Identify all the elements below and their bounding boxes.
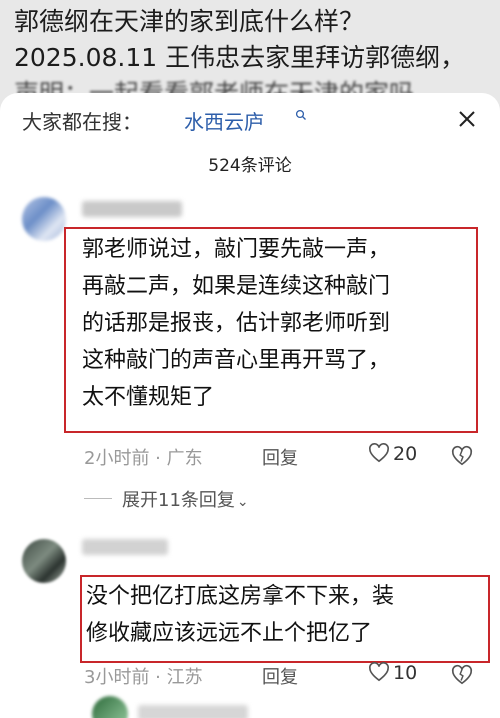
comments-sheet: 大家都在搜： 水西云庐 524条评论 郭老师说过，敲门要先敲一声， 再敲二声，如… bbox=[0, 93, 500, 718]
avatar[interactable] bbox=[92, 696, 128, 718]
comment-line: 再敲二声，如果是连续这种敲门 bbox=[82, 274, 391, 299]
username-blurred[interactable] bbox=[82, 201, 182, 217]
trending-search-label: 大家都在搜： bbox=[22, 110, 142, 134]
trending-search-bar[interactable]: 大家都在搜： 水西云庐 bbox=[0, 93, 500, 145]
comment-count: 524条评论 bbox=[208, 156, 292, 176]
expand-replies-button[interactable]: 展开11条回复 ⌄ bbox=[122, 486, 249, 512]
heart-icon bbox=[369, 662, 389, 682]
like-count: 20 bbox=[393, 443, 418, 465]
search-icon bbox=[295, 109, 306, 120]
reply-button[interactable]: 回复 bbox=[262, 444, 298, 470]
article-subtitle: 2025.08.11 王伟忠去家里拜访郭德纲， bbox=[14, 43, 466, 72]
avatar[interactable] bbox=[22, 197, 66, 241]
username-blurred[interactable] bbox=[82, 539, 168, 555]
comment-line: 的话那是报丧，估计郭老师听到 bbox=[82, 311, 391, 336]
heart-icon bbox=[369, 443, 389, 463]
comment-line: 太不懂规矩了 bbox=[82, 385, 215, 410]
divider bbox=[84, 498, 112, 499]
expand-replies-label: 展开11条回复 bbox=[122, 490, 235, 511]
comment-meta: 3小时前 · 江苏 bbox=[84, 667, 203, 688]
avatar[interactable] bbox=[22, 539, 66, 583]
reply-button[interactable]: 回复 bbox=[262, 663, 298, 689]
username-blurred[interactable] bbox=[138, 705, 248, 718]
comment-line: 没个把亿打底这房拿不下来，装 bbox=[86, 584, 395, 609]
comment-text: 没个把亿打底这房拿不下来，装 修收藏应该远远不止个把亿了 bbox=[86, 578, 394, 652]
comment-meta: 2小时前 · 广东 bbox=[84, 448, 203, 469]
comment-line: 郭老师说过，敲门要先敲一声， bbox=[82, 237, 391, 262]
broken-heart-icon[interactable] bbox=[451, 664, 473, 686]
chevron-down-icon: ⌄ bbox=[236, 494, 249, 510]
article-title: 郭德纲在天津的家到底什么样？ bbox=[14, 7, 365, 36]
like-button[interactable]: 20 bbox=[368, 443, 417, 465]
comment-text: 郭老师说过，敲门要先敲一声， 再敲二声，如果是连续这种敲门 的话那是报丧，估计郭… bbox=[82, 231, 390, 416]
broken-heart-icon[interactable] bbox=[451, 445, 473, 467]
like-count: 10 bbox=[393, 662, 418, 684]
comment-line: 修收藏应该远远不止个把亿了 bbox=[86, 621, 373, 646]
like-button[interactable]: 10 bbox=[368, 662, 417, 684]
trending-search-term[interactable]: 水西云庐 bbox=[184, 106, 264, 135]
close-icon[interactable] bbox=[456, 108, 478, 130]
comment-line: 这种敲门的声音心里再开骂了， bbox=[82, 348, 391, 373]
